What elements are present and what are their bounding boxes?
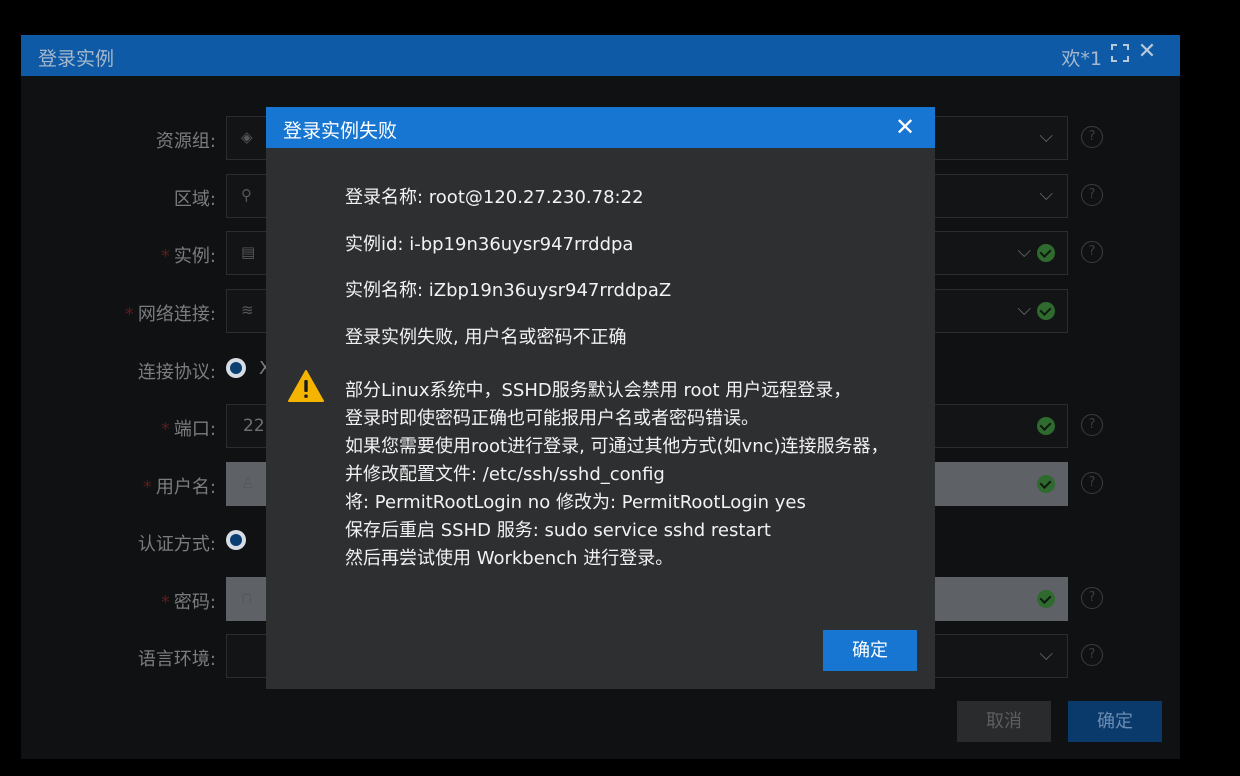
warning-line: 保存后重启 SSHD 服务: sudo service sshd restart <box>345 520 771 541</box>
layers-icon: ◈ <box>241 128 253 146</box>
login-name-text: 登录名称: root@120.27.230.78:22 <box>345 187 644 208</box>
required-mark: * <box>160 419 170 440</box>
help-icon[interactable]: ? <box>1081 414 1103 436</box>
warning-icon <box>288 370 324 402</box>
required-mark: * <box>160 246 170 267</box>
instance-name-text: 实例名称: iZbp19n36uysr947rrddpaZ <box>345 280 672 301</box>
help-icon[interactable]: ? <box>1081 472 1103 494</box>
warning-line: 然后再尝试使用 Workbench 进行登录。 <box>345 548 674 569</box>
valid-check-icon <box>1037 417 1055 435</box>
help-icon[interactable]: ? <box>1081 126 1103 148</box>
error-message: 登录实例失败, 用户名或密码不正确 <box>345 327 627 348</box>
username-label-text: 用户名: <box>155 477 216 498</box>
port-value: 22 <box>243 416 265 436</box>
auth-method-label: 认证方式: <box>137 534 216 555</box>
user-icon: ♙ <box>241 474 255 492</box>
warning-line: 将: PermitRootLogin no 修改为: PermitRootLog… <box>345 492 806 513</box>
help-icon[interactable]: ? <box>1081 241 1103 263</box>
warning-line: 并修改配置文件: /etc/ssh/sshd_config <box>345 464 665 485</box>
chevron-down-icon: ⌵ <box>1017 241 1031 262</box>
username-label: * 用户名: <box>143 473 216 499</box>
dialog-header: 登录实例失败 ✕ <box>266 107 935 148</box>
chevron-down-icon: ⌵ <box>1039 644 1053 665</box>
confirm-button[interactable]: 确定 <box>1068 701 1162 742</box>
help-icon[interactable]: ? <box>1081 644 1103 666</box>
chevron-down-icon: ⌵ <box>1017 299 1031 320</box>
lock-icon: ⊓ <box>241 589 253 607</box>
window-header: 登录实例 欢*1 ✕ <box>21 35 1180 76</box>
warning-message: 部分Linux系统中，SSHD服务默认会禁用 root 用户远程登录， 登录时即… <box>345 377 889 573</box>
wifi-icon: ≋ <box>241 301 254 319</box>
resource-group-label: 资源组: <box>155 131 216 152</box>
window-title: 登录实例 <box>38 48 115 70</box>
instance-label-text: 实例: <box>173 246 216 267</box>
dialog-title: 登录实例失败 <box>283 120 398 142</box>
required-mark: * <box>160 592 170 613</box>
valid-check-icon <box>1037 590 1055 608</box>
login-failed-dialog: 登录实例失败 ✕ 登录名称: root@120.27.230.78:22 实例i… <box>266 107 935 689</box>
chevron-down-icon: ⌵ <box>1039 184 1053 205</box>
network-label: * 网络连接: <box>125 300 216 326</box>
valid-check-icon <box>1037 475 1055 493</box>
valid-check-icon <box>1037 302 1055 320</box>
instance-id-text: 实例id: i-bp19n36uysr947rrddpa <box>345 234 634 255</box>
user-indicator[interactable]: 欢*1 <box>1061 44 1102 71</box>
instance-label: * 实例: <box>161 242 216 268</box>
help-icon[interactable]: ? <box>1081 184 1103 206</box>
help-icon[interactable]: ? <box>1081 587 1103 609</box>
locale-label: 语言环境: <box>137 649 216 670</box>
location-pin-icon: ⚲ <box>241 186 252 204</box>
maximize-icon[interactable] <box>1110 43 1130 63</box>
required-mark: * <box>142 477 152 498</box>
region-label: 区域: <box>173 189 216 210</box>
password-label-text: 密码: <box>173 592 216 613</box>
auth-method-radio[interactable] <box>226 530 246 550</box>
port-label-text: 端口: <box>173 419 216 440</box>
valid-check-icon <box>1037 244 1055 262</box>
protocol-radio[interactable] <box>226 358 246 378</box>
port-label: * 端口: <box>161 415 216 441</box>
window-close-icon[interactable]: ✕ <box>1136 41 1158 63</box>
dialog-close-icon[interactable]: ✕ <box>893 113 917 141</box>
server-icon: ▤ <box>241 243 256 261</box>
chevron-down-icon: ⌵ <box>1039 126 1053 147</box>
network-label-text: 网络连接: <box>137 304 216 325</box>
password-label: * 密码: <box>161 588 216 614</box>
warning-line: 登录时即使密码正确也可能报用户名或者密码错误。 <box>345 408 759 429</box>
warning-line: 部分Linux系统中，SSHD服务默认会禁用 root 用户远程登录， <box>345 380 852 401</box>
cancel-button[interactable]: 取消 <box>957 701 1051 742</box>
warning-line: 如果您需要使用root进行登录, 可通过其他方式(如vnc)连接服务器， <box>345 436 889 457</box>
dialog-ok-button[interactable]: 确定 <box>823 630 917 671</box>
required-mark: * <box>124 304 134 325</box>
protocol-label: 连接协议: <box>137 362 216 383</box>
